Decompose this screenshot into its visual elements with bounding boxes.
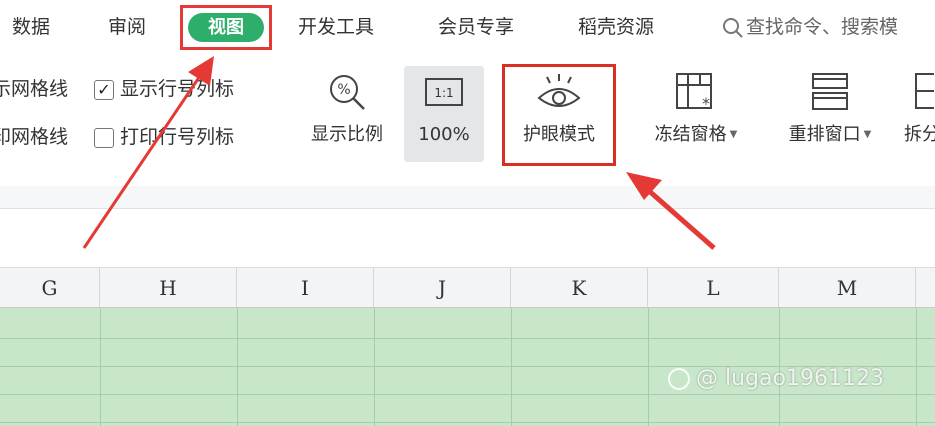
search-placeholder: 查找命令、搜索模 [746, 16, 899, 38]
grid-line [100, 308, 101, 426]
split-window-button[interactable]: 拆分 [904, 62, 935, 148]
show-headers-label: 显示行号列标 [120, 78, 235, 100]
show-gridlines-label: 示网格线 [0, 78, 69, 100]
menu-member[interactable]: 会员专享 [438, 10, 514, 44]
eye-mode-label: 护眼模式 [523, 124, 595, 145]
zoom-100-label: 100% [418, 124, 470, 145]
zoom-100-content: 1:1 100% [404, 62, 484, 148]
freeze-dropdown-icon[interactable]: ▼ [730, 129, 738, 140]
column-header-h[interactable]: H [100, 268, 237, 308]
menu-data[interactable]: 数据 [12, 10, 50, 44]
arrange-windows-icon [812, 73, 848, 110]
show-gridlines-option[interactable]: 示网格线 [0, 74, 68, 104]
show-headers-checkbox[interactable]: ✓ [94, 79, 114, 100]
split-window-icon [915, 73, 934, 109]
watermark: @ lugao1961123 [668, 366, 884, 391]
menu-view[interactable]: 视图 [188, 13, 264, 42]
column-header-j[interactable]: J [374, 268, 511, 308]
svg-text:*: * [702, 94, 710, 113]
arrange-windows-button[interactable]: 重排窗口 ▼ [772, 62, 888, 148]
search-icon [723, 17, 743, 38]
sheet-top-area [0, 209, 935, 268]
ratio-icon: 1:1 [425, 78, 463, 106]
freeze-panes-button[interactable]: * 冻结窗格 ▼ [640, 62, 752, 148]
zoom-button[interactable]: % 显示比例 [298, 62, 396, 148]
grid-line [0, 422, 935, 423]
print-headers-checkbox[interactable] [94, 127, 114, 148]
print-headers-option[interactable]: 打印行号列标 [94, 122, 234, 152]
grid-line [237, 308, 238, 426]
print-headers-label: 打印行号列标 [120, 126, 235, 148]
grid-line [0, 338, 935, 339]
search-input[interactable]: 查找命令、搜索模 [722, 10, 935, 44]
column-header-m[interactable]: M [779, 268, 916, 308]
grid-line [648, 308, 649, 426]
print-gridlines-label: 印网格线 [0, 126, 69, 148]
menu-bar: 数据 审阅 视图 开发工具 会员专享 稻壳资源 查找命令、搜索模 [0, 0, 935, 56]
column-header-g[interactable]: G [0, 268, 100, 308]
menu-review[interactable]: 审阅 [108, 10, 146, 44]
menu-view-highlight: 视图 [180, 5, 272, 50]
arrange-dropdown-icon[interactable]: ▼ [864, 129, 872, 140]
column-header-k[interactable]: K [511, 268, 648, 308]
column-header-next[interactable] [916, 268, 935, 308]
ratio-icon-text: 1:1 [434, 86, 453, 100]
zoom-label: 显示比例 [311, 124, 383, 145]
show-headers-option[interactable]: ✓ 显示行号列标 [94, 74, 234, 104]
freeze-panes-label: 冻结窗格 [654, 124, 727, 145]
split-window-label: 拆分 [904, 124, 935, 145]
freeze-panes-icon: * [676, 73, 712, 113]
svg-text:%: % [337, 82, 350, 98]
zoom-percent-icon: % [330, 75, 365, 110]
arrange-windows-label: 重排窗口 [788, 124, 861, 145]
menu-docer-resources[interactable]: 稻壳资源 [578, 10, 654, 44]
eye-mode-button[interactable]: 护眼模式 [505, 62, 613, 148]
watermark-logo-icon [668, 368, 690, 390]
eye-icon [537, 74, 581, 107]
grid-line [0, 394, 935, 395]
watermark-text: @ lugao1961123 [696, 366, 884, 391]
formula-bar-strip [0, 186, 935, 209]
menu-dev-tools[interactable]: 开发工具 [298, 10, 374, 44]
grid-line [511, 308, 512, 426]
print-gridlines-option[interactable]: 印网格线 [0, 122, 68, 152]
column-header-i[interactable]: I [237, 268, 374, 308]
column-header-l[interactable]: L [648, 268, 779, 308]
grid-line [916, 308, 917, 426]
grid-line [374, 308, 375, 426]
